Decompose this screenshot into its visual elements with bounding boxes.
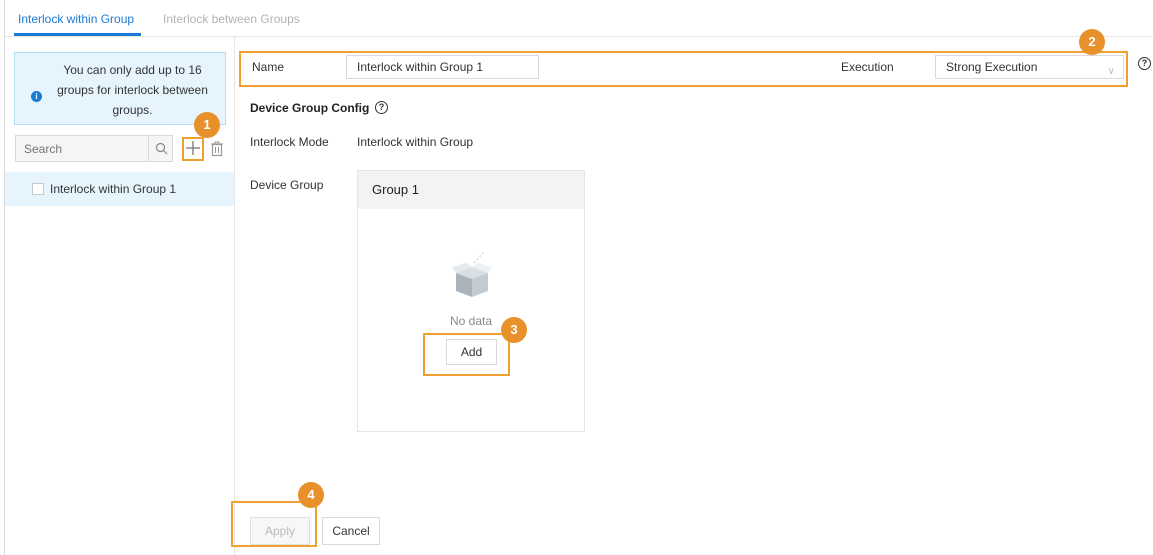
name-label: Name xyxy=(252,60,285,74)
section-title: Device Group Config xyxy=(250,101,370,115)
group-title: Group 1 xyxy=(358,171,584,209)
limit-notice: i You can only add up to 16 groups for i… xyxy=(14,52,226,125)
group-card: Group 1 No data Add xyxy=(357,170,585,432)
search-input[interactable] xyxy=(16,136,148,161)
search-button[interactable] xyxy=(148,136,173,161)
name-execution-row: Name Interlock within Group 1 Execution … xyxy=(242,50,1131,85)
main-panel: Name Interlock within Group 1 Execution … xyxy=(236,37,1154,555)
tab-interlock-between-groups[interactable]: Interlock between Groups xyxy=(163,12,300,26)
step-marker-1: 1 xyxy=(194,112,220,138)
empty-box-icon xyxy=(452,250,492,297)
add-group-button[interactable] xyxy=(182,137,204,159)
active-tab-indicator xyxy=(14,33,141,36)
execution-value: Strong Execution xyxy=(946,60,1038,74)
device-group-label: Device Group xyxy=(250,178,324,192)
app-frame: Interlock within Group Interlock between… xyxy=(4,0,1154,555)
trash-icon xyxy=(211,141,223,157)
cancel-button[interactable]: Cancel xyxy=(322,517,380,545)
chevron-down-icon: ∨ xyxy=(1107,66,1115,77)
apply-button[interactable]: Apply xyxy=(250,517,310,545)
add-device-button[interactable]: Add xyxy=(446,339,497,365)
no-data-text: No data xyxy=(449,314,493,328)
name-field[interactable]: Interlock within Group 1 xyxy=(346,55,539,79)
execution-label: Execution xyxy=(841,60,894,74)
step-marker-2: 2 xyxy=(1079,29,1105,55)
list-item[interactable]: Interlock within Group 1 xyxy=(5,172,234,206)
list-item-label: Interlock within Group 1 xyxy=(50,182,177,196)
search-icon xyxy=(155,142,167,155)
step-marker-4: 4 xyxy=(298,482,324,508)
help-icon[interactable]: ? xyxy=(1138,57,1151,70)
execution-select[interactable]: Strong Execution ∨ xyxy=(935,55,1124,79)
tab-bar: Interlock within Group Interlock between… xyxy=(5,0,1154,37)
info-icon: i xyxy=(31,91,42,102)
delete-group-button[interactable] xyxy=(210,141,224,157)
item-checkbox[interactable] xyxy=(32,183,44,195)
interlock-mode-label: Interlock Mode xyxy=(250,135,329,149)
plus-icon xyxy=(186,141,200,155)
tab-interlock-within-group[interactable]: Interlock within Group xyxy=(18,12,134,26)
help-icon[interactable]: ? xyxy=(375,101,388,114)
interlock-mode-value: Interlock within Group xyxy=(357,135,474,149)
step-marker-3: 3 xyxy=(501,317,527,343)
notice-text: You can only add up to 16 groups for int… xyxy=(57,63,208,117)
search-box xyxy=(15,135,173,162)
